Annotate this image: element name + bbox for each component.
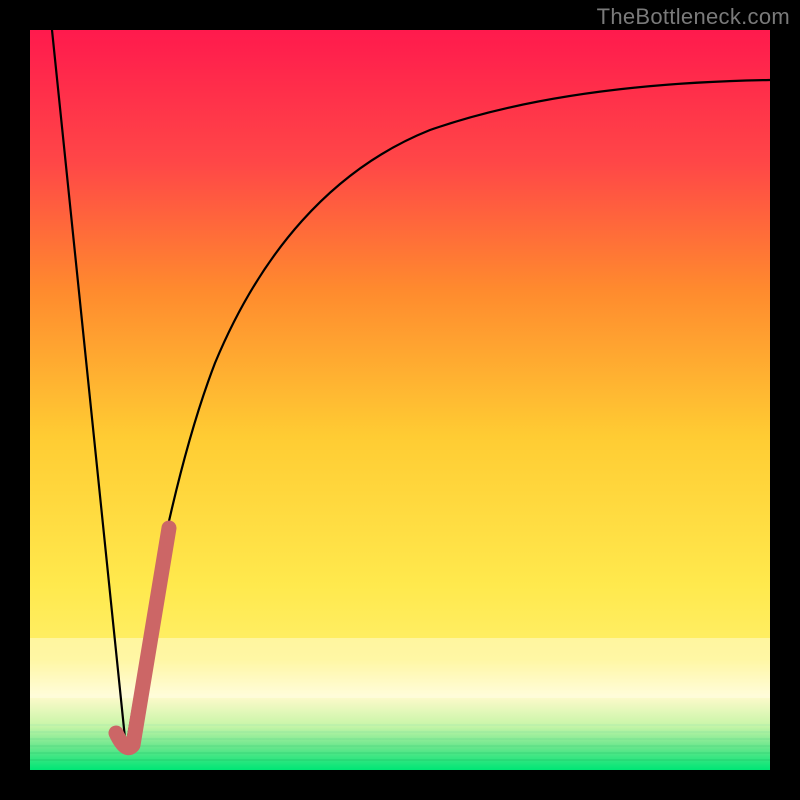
plot-area <box>30 30 770 770</box>
right-ascent-curve <box>126 80 770 748</box>
watermark-text: TheBottleneck.com <box>597 4 790 30</box>
left-descent-curve <box>52 30 126 748</box>
frame: TheBottleneck.com <box>0 0 800 800</box>
curves-layer <box>30 30 770 770</box>
highlight-segment <box>116 528 169 748</box>
